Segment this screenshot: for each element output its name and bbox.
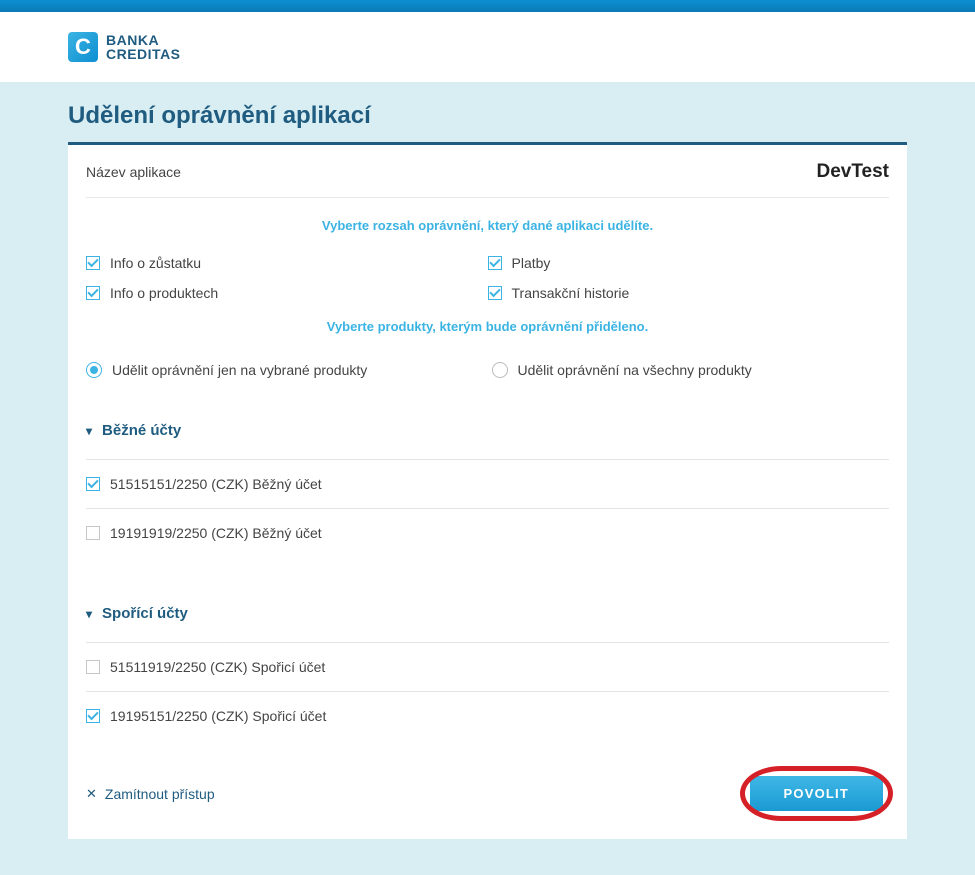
consent-card: Název aplikace DevTest Vyberte rozsah op… bbox=[68, 142, 907, 839]
products-hint: Vyberte produkty, kterým bude oprávnění … bbox=[86, 319, 889, 334]
header: C BANKA CREDITAS bbox=[0, 12, 975, 82]
radio-label: Udělit oprávnění jen na vybrané produkty bbox=[112, 362, 367, 378]
radio-all-products[interactable]: Udělit oprávnění na všechny produkty bbox=[488, 362, 890, 378]
brand-line1: BANKA bbox=[106, 33, 181, 47]
logo-text: BANKA CREDITAS bbox=[106, 33, 181, 61]
chevron-down-icon: ▾ bbox=[86, 424, 92, 438]
checkbox-label: Info o zůstatku bbox=[110, 255, 201, 271]
section-savings-accounts[interactable]: ▾ Spořící účty bbox=[86, 605, 889, 622]
application-name-label: Název aplikace bbox=[86, 164, 181, 180]
radio-label: Udělit oprávnění na všechny produkty bbox=[518, 362, 752, 378]
checkbox-balance-info[interactable]: Info o zůstatku bbox=[86, 255, 488, 271]
chevron-down-icon: ▾ bbox=[86, 607, 92, 621]
approve-highlight: POVOLIT bbox=[744, 770, 889, 817]
radio-icon bbox=[492, 362, 508, 378]
application-name-row: Název aplikace DevTest bbox=[86, 145, 889, 198]
approve-button[interactable]: POVOLIT bbox=[750, 776, 883, 811]
checkbox-payments[interactable]: Platby bbox=[488, 255, 890, 271]
check-icon bbox=[86, 256, 100, 270]
logo[interactable]: C BANKA CREDITAS bbox=[68, 32, 181, 62]
scope-radio-group: Udělit oprávnění jen na vybrané produkty… bbox=[86, 362, 889, 378]
account-label: 51515151/2250 (CZK) Běžný účet bbox=[110, 476, 322, 492]
brand-line2: CREDITAS bbox=[106, 47, 181, 61]
top-bar bbox=[0, 0, 975, 12]
account-label: 51511919/2250 (CZK) Spořicí účet bbox=[110, 659, 325, 675]
section-current-accounts[interactable]: ▾ Běžné účty bbox=[86, 422, 889, 439]
logo-mark-icon: C bbox=[68, 32, 98, 62]
application-name-value: DevTest bbox=[816, 161, 889, 183]
checkbox-label: Platby bbox=[512, 255, 551, 271]
radio-icon bbox=[86, 362, 102, 378]
account-checkbox[interactable]: 19191919/2250 (CZK) Běžný účet bbox=[86, 509, 889, 557]
check-icon bbox=[86, 477, 100, 491]
permissions-hint: Vyberte rozsah oprávnění, který dané apl… bbox=[86, 218, 889, 233]
checkbox-label: Transakční historie bbox=[512, 285, 630, 301]
check-icon bbox=[86, 286, 100, 300]
check-icon bbox=[488, 286, 502, 300]
deny-access-link[interactable]: ✕ Zamítnout přístup bbox=[86, 786, 215, 802]
check-icon bbox=[488, 256, 502, 270]
check-icon bbox=[86, 660, 100, 674]
footer-actions: ✕ Zamítnout přístup POVOLIT bbox=[86, 770, 889, 817]
permissions-grid: Info o zůstatku Platby Info o produktech… bbox=[86, 255, 889, 301]
check-icon bbox=[86, 526, 100, 540]
deny-label: Zamítnout přístup bbox=[105, 786, 215, 802]
radio-selected-products[interactable]: Udělit oprávnění jen na vybrané produkty bbox=[86, 362, 488, 378]
page-title: Udělení oprávnění aplikací bbox=[68, 102, 975, 130]
account-checkbox[interactable]: 51515151/2250 (CZK) Běžný účet bbox=[86, 460, 889, 508]
checkbox-product-info[interactable]: Info o produktech bbox=[86, 285, 488, 301]
account-label: 19191919/2250 (CZK) Běžný účet bbox=[110, 525, 322, 541]
account-checkbox[interactable]: 51511919/2250 (CZK) Spořicí účet bbox=[86, 643, 889, 691]
account-label: 19195151/2250 (CZK) Spořicí účet bbox=[110, 708, 326, 724]
account-checkbox[interactable]: 19195151/2250 (CZK) Spořicí účet bbox=[86, 692, 889, 740]
checkbox-transaction-history[interactable]: Transakční historie bbox=[488, 285, 890, 301]
section-label: Běžné účty bbox=[102, 422, 181, 439]
check-icon bbox=[86, 709, 100, 723]
close-icon: ✕ bbox=[86, 786, 97, 802]
section-label: Spořící účty bbox=[102, 605, 188, 622]
checkbox-label: Info o produktech bbox=[110, 285, 218, 301]
